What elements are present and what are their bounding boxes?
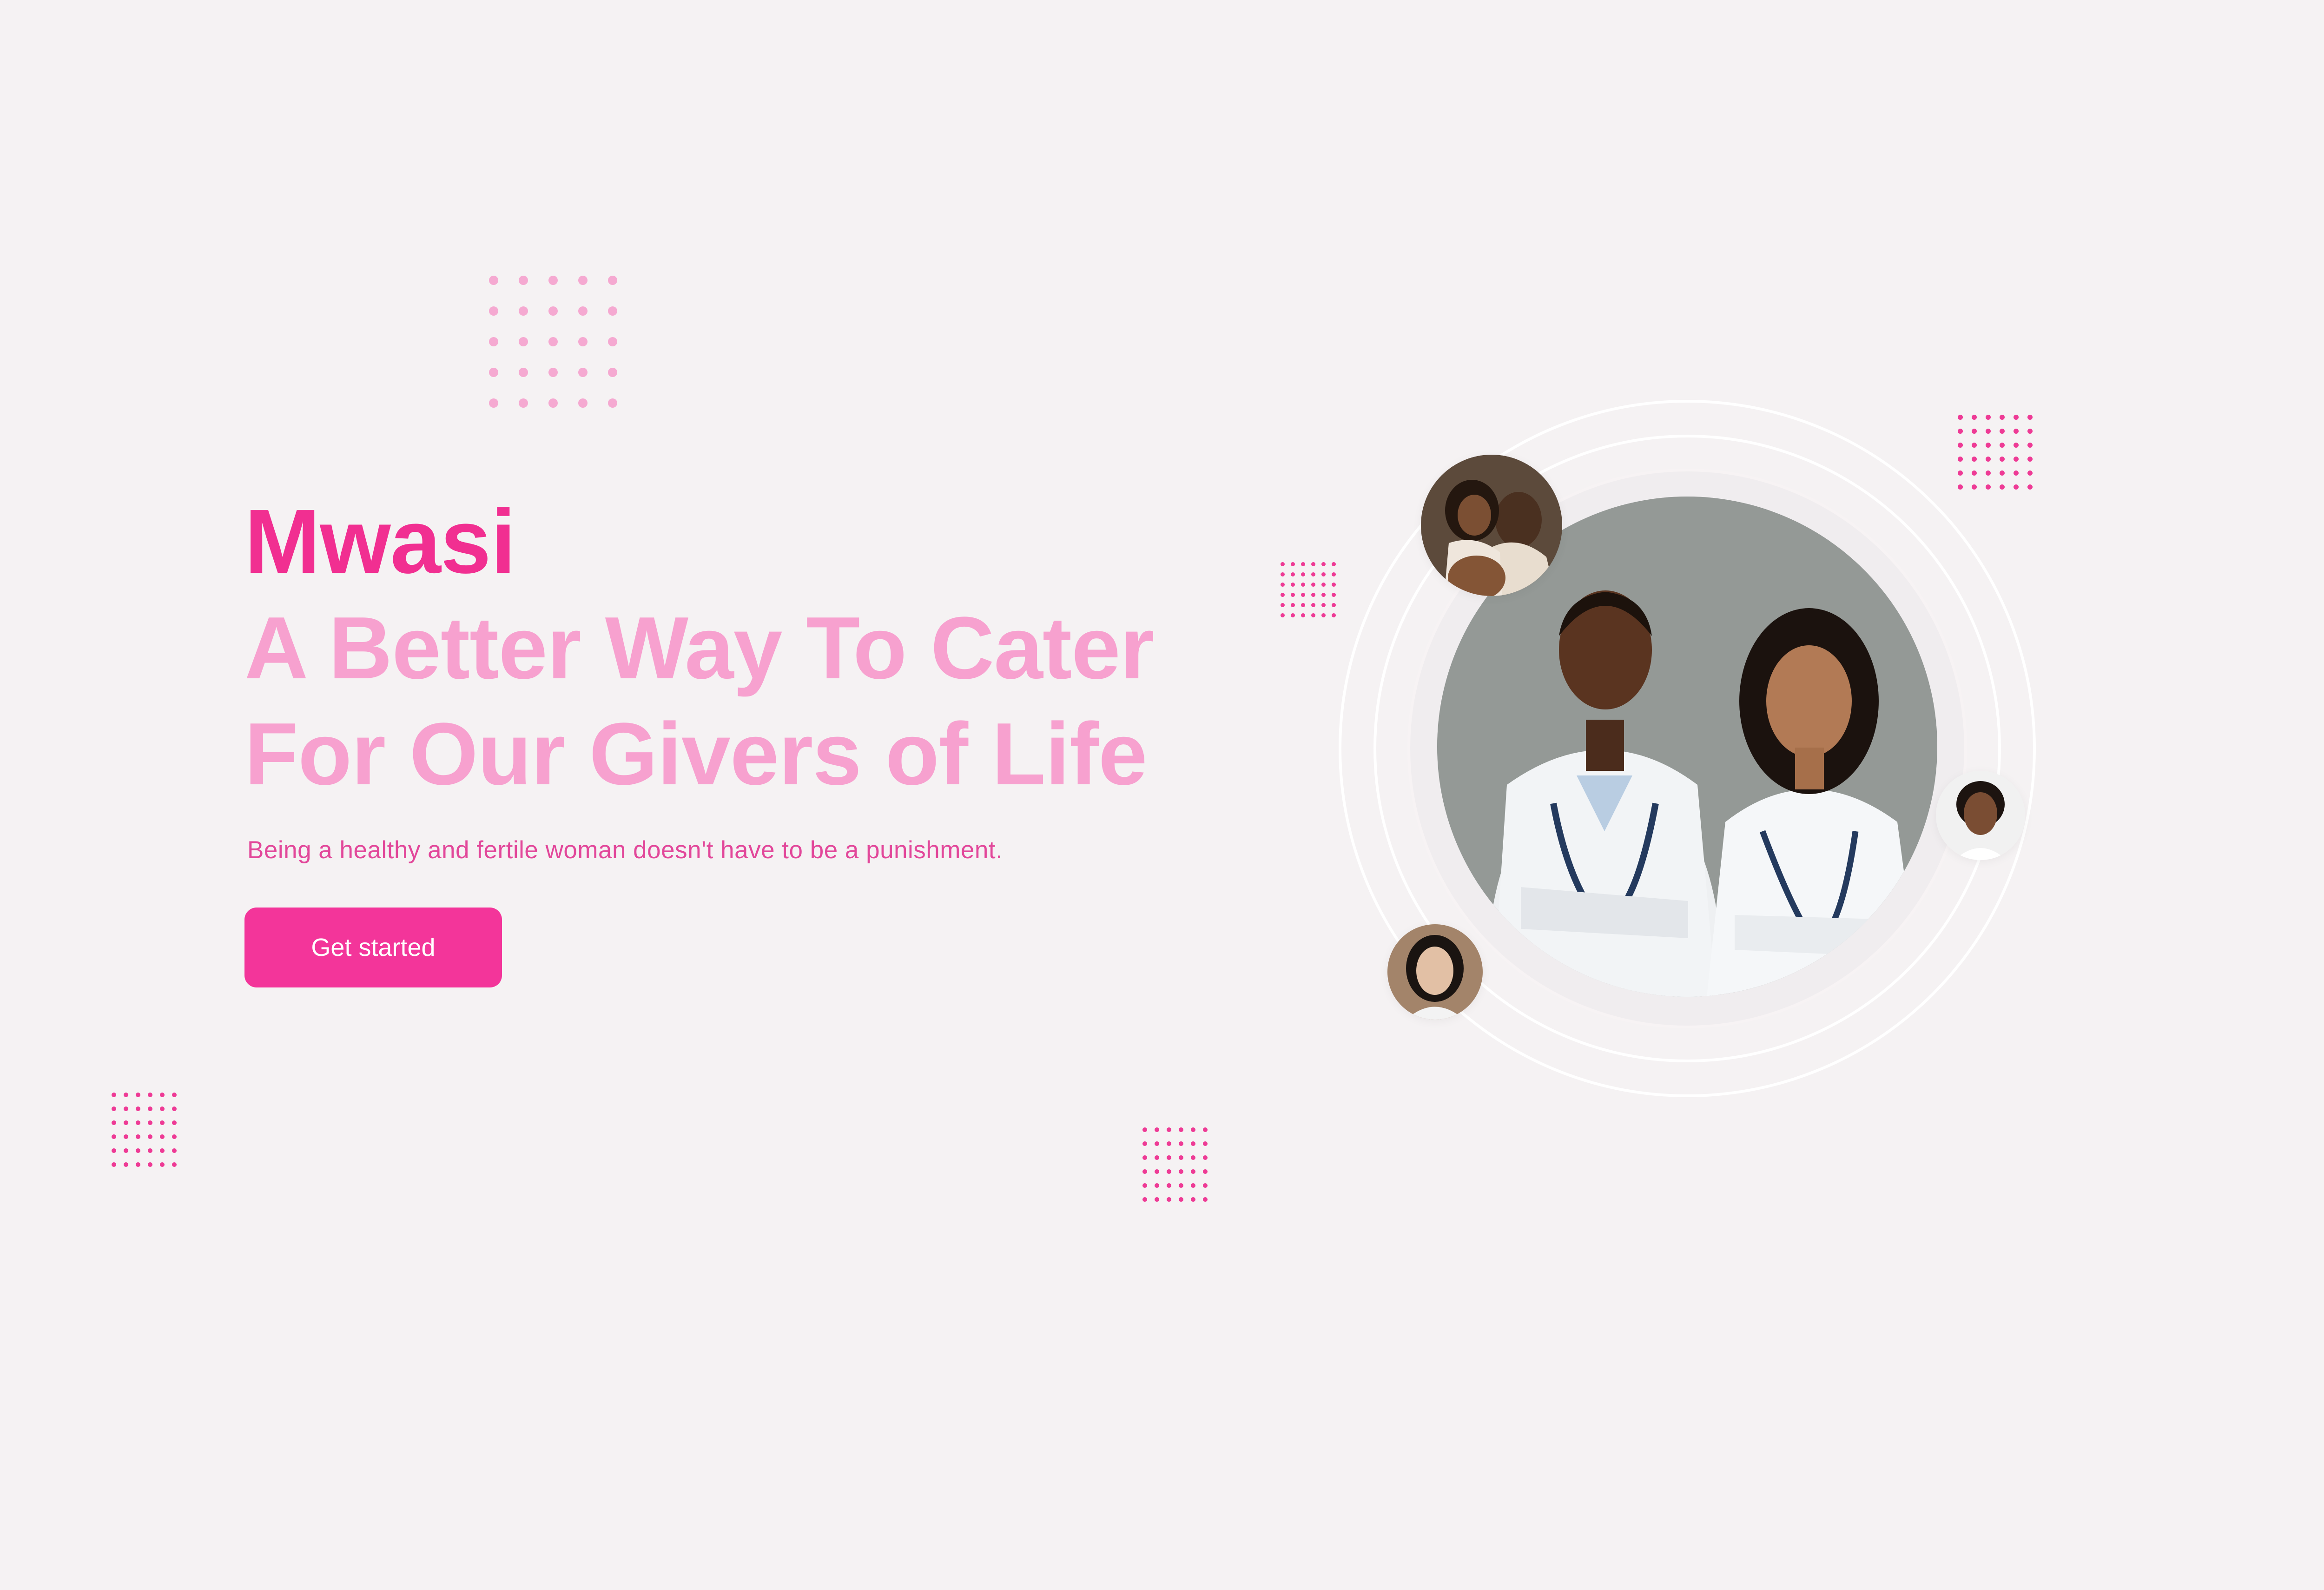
decorative-dot-grid: [479, 265, 627, 418]
hero-text: Mwasi A Better Way To Cater For Our Give…: [244, 488, 1314, 867]
hero-headline-line: A Better Way To Cater: [244, 599, 1155, 697]
pregnant-couple-avatar: [1421, 455, 1562, 596]
landing-page: Mwasi A Better Way To Cater For Our Give…: [0, 0, 2324, 1590]
hero-headline: A Better Way To Cater For Our Givers of …: [244, 595, 1314, 807]
woman-avatar: [1387, 924, 1483, 1020]
decorative-dot-grid: [1139, 1123, 1211, 1206]
hero-visual: [1329, 391, 2045, 1106]
hero-headline-line: For Our Givers of Life: [244, 705, 1148, 803]
decorative-dot-grid: [108, 1088, 180, 1172]
get-started-button[interactable]: Get started: [244, 908, 502, 987]
woman-portrait-icon: [1387, 924, 1483, 1020]
brand-name: Mwasi: [244, 490, 516, 592]
woman-portrait-icon: [1936, 771, 2025, 860]
hero-tagline: Being a healthy and fertile woman doesn'…: [247, 836, 1003, 864]
woman-avatar: [1936, 771, 2025, 860]
pregnant-couple-photo-icon: [1421, 455, 1562, 596]
